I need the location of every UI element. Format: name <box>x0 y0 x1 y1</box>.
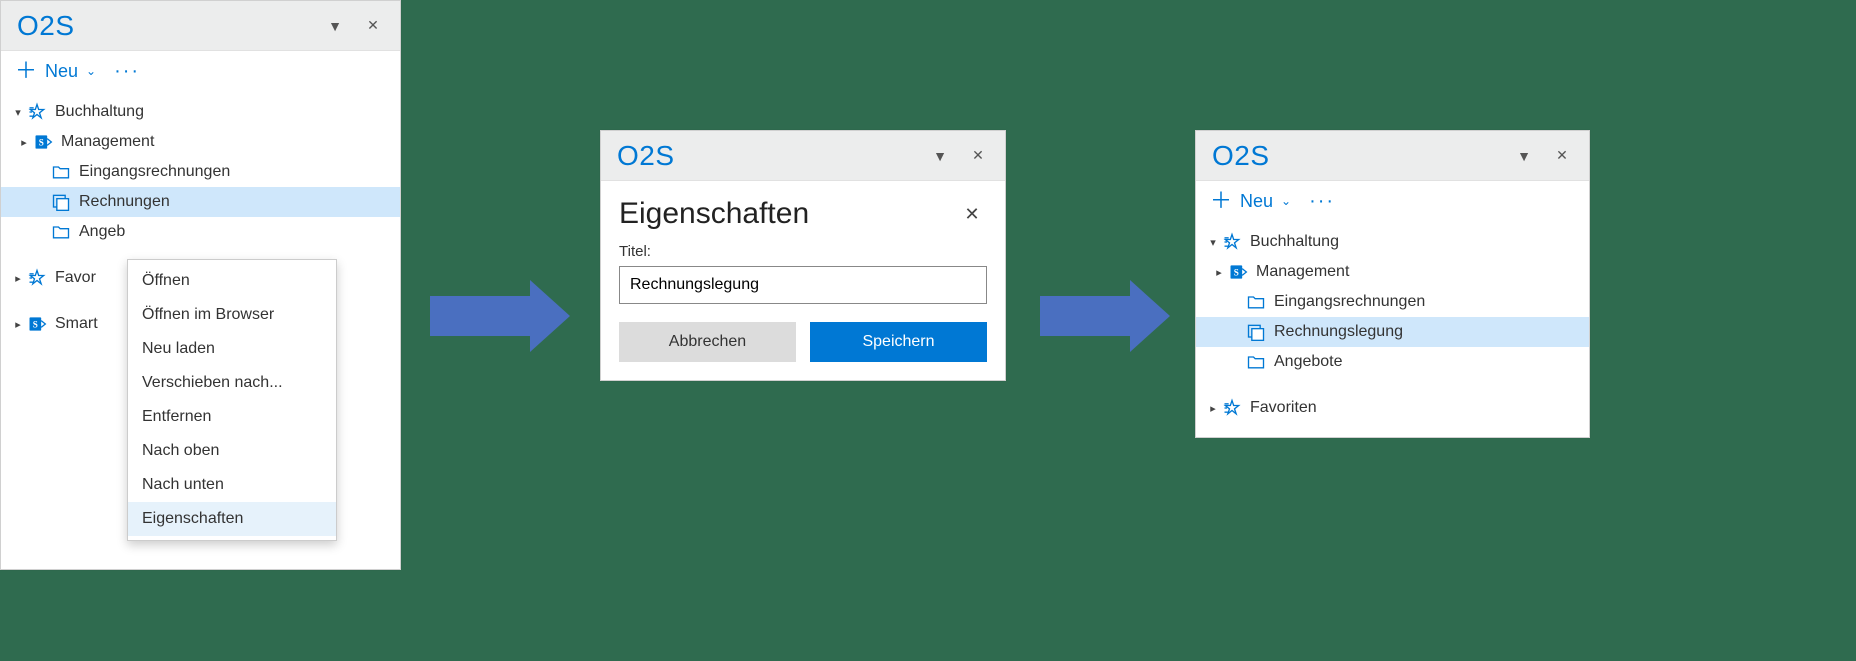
plus-icon: ＋ <box>1210 190 1232 212</box>
favorites-star-icon <box>1222 398 1242 418</box>
caret-right-icon: ▸ <box>11 272 25 285</box>
tree-label: Smart <box>55 315 98 333</box>
tree-item-favoriten[interactable]: ▸ Favoriten <box>1196 393 1589 423</box>
app-title: O2S <box>17 10 75 42</box>
panel-collapse-button[interactable]: ▼ <box>318 9 352 43</box>
tree-item-rechnungslegung[interactable]: • Rechnungslegung <box>1196 317 1589 347</box>
folder-icon <box>1246 352 1266 372</box>
ctx-properties[interactable]: Eigenschaften <box>128 502 336 536</box>
tree-label: Buchhaltung <box>1250 233 1339 251</box>
app-title: O2S <box>617 140 675 172</box>
save-button[interactable]: Speichern <box>810 322 987 362</box>
sharepoint-icon <box>33 132 53 152</box>
tree-label: Buchhaltung <box>55 103 144 121</box>
context-menu: Öffnen Öffnen im Browser Neu laden Versc… <box>127 259 337 541</box>
properties-dialog: O2S ▼ ✕ Eigenschaften ✕ Titel: Abbrechen… <box>600 130 1006 381</box>
tree-item-rechnungen[interactable]: • Rechnungen <box>1 187 400 217</box>
more-button[interactable]: ··· <box>1309 190 1335 213</box>
library-icon <box>1246 322 1266 342</box>
folder-icon <box>1246 292 1266 312</box>
tree-label: Eingangsrechnungen <box>1274 293 1425 311</box>
ctx-open-browser[interactable]: Öffnen im Browser <box>128 298 336 332</box>
panel-after: O2S ▼ ✕ ＋ Neu ⌄ ··· ▾ Buchhaltung ▸ Mana… <box>1195 130 1590 438</box>
tree-label: Management <box>61 133 154 151</box>
folder-icon <box>51 222 71 242</box>
chevron-down-icon: ⌄ <box>1281 194 1291 208</box>
panel-header: O2S ▼ ✕ <box>1196 131 1589 181</box>
folder-icon <box>51 162 71 182</box>
favorites-star-icon <box>1222 232 1242 252</box>
panel-close-button[interactable]: ✕ <box>356 9 390 43</box>
sharepoint-icon <box>27 314 47 334</box>
panel-collapse-button[interactable]: ▼ <box>1507 139 1541 173</box>
flow-arrow-icon <box>430 280 570 352</box>
tree-label: Favoriten <box>1250 399 1317 417</box>
dialog-body: Eigenschaften ✕ Titel: Abbrechen Speiche… <box>601 181 1005 380</box>
new-label: Neu <box>45 61 78 82</box>
dialog-title: Eigenschaften <box>619 197 809 231</box>
title-field-label: Titel: <box>619 243 987 260</box>
tree-item-angebote[interactable]: • Angebote <box>1196 347 1589 377</box>
tree: ▾ Buchhaltung ▸ Management • Eingangsrec… <box>1196 221 1589 437</box>
new-button[interactable]: ＋ Neu ⌄ <box>1210 190 1291 212</box>
tree-item-eingangsrechnungen[interactable]: • Eingangsrechnungen <box>1 157 400 187</box>
caret-down-icon: ▾ <box>11 106 25 119</box>
tree-item-angebote[interactable]: • Angeb <box>1 217 400 247</box>
tree-label: Angeb <box>79 223 125 241</box>
caret-right-icon: ▸ <box>1206 402 1220 415</box>
new-label: Neu <box>1240 191 1273 212</box>
panel-close-button[interactable]: ✕ <box>1545 139 1579 173</box>
cancel-button[interactable]: Abbrechen <box>619 322 796 362</box>
favorites-star-icon <box>27 102 47 122</box>
toolbar: ＋ Neu ⌄ ··· <box>1196 181 1589 221</box>
dialog-close-button[interactable]: ✕ <box>957 204 987 225</box>
panel-close-button[interactable]: ✕ <box>961 139 995 173</box>
dialog-head: Eigenschaften ✕ <box>619 193 987 243</box>
flow-arrow-icon <box>1040 280 1170 352</box>
panel-header: O2S ▼ ✕ <box>601 131 1005 181</box>
ctx-up[interactable]: Nach oben <box>128 434 336 468</box>
caret-right-icon: ▸ <box>17 136 31 149</box>
tree-label: Rechnungslegung <box>1274 323 1403 341</box>
library-icon <box>51 192 71 212</box>
panel-before: O2S ▼ ✕ ＋ Neu ⌄ ··· ▾ Buchhaltung ▸ Mana… <box>0 0 401 570</box>
ctx-open[interactable]: Öffnen <box>128 264 336 298</box>
tree-item-management[interactable]: ▸ Management <box>1196 257 1589 287</box>
caret-right-icon: ▸ <box>11 318 25 331</box>
tree-item-management[interactable]: ▸ Management <box>1 127 400 157</box>
tree-item-buchhaltung[interactable]: ▾ Buchhaltung <box>1196 227 1589 257</box>
toolbar: ＋ Neu ⌄ ··· <box>1 51 400 91</box>
title-input[interactable] <box>619 266 987 304</box>
chevron-down-icon: ⌄ <box>86 64 96 78</box>
ctx-remove[interactable]: Entfernen <box>128 400 336 434</box>
tree-label: Eingangsrechnungen <box>79 163 230 181</box>
app-title: O2S <box>1212 140 1270 172</box>
tree-item-buchhaltung[interactable]: ▾ Buchhaltung <box>1 97 400 127</box>
more-button[interactable]: ··· <box>114 60 140 83</box>
caret-right-icon: ▸ <box>1212 266 1226 279</box>
tree-label: Rechnungen <box>79 193 170 211</box>
panel-header: O2S ▼ ✕ <box>1 1 400 51</box>
caret-down-icon: ▾ <box>1206 236 1220 249</box>
new-button[interactable]: ＋ Neu ⌄ <box>15 60 96 82</box>
ctx-down[interactable]: Nach unten <box>128 468 336 502</box>
tree-item-eingangsrechnungen[interactable]: • Eingangsrechnungen <box>1196 287 1589 317</box>
tree-label: Management <box>1256 263 1349 281</box>
tree-label: Favor <box>55 269 96 287</box>
panel-collapse-button[interactable]: ▼ <box>923 139 957 173</box>
favorites-star-icon <box>27 268 47 288</box>
ctx-reload[interactable]: Neu laden <box>128 332 336 366</box>
tree-label: Angebote <box>1274 353 1343 371</box>
sharepoint-icon <box>1228 262 1248 282</box>
ctx-move[interactable]: Verschieben nach... <box>128 366 336 400</box>
plus-icon: ＋ <box>15 60 37 82</box>
